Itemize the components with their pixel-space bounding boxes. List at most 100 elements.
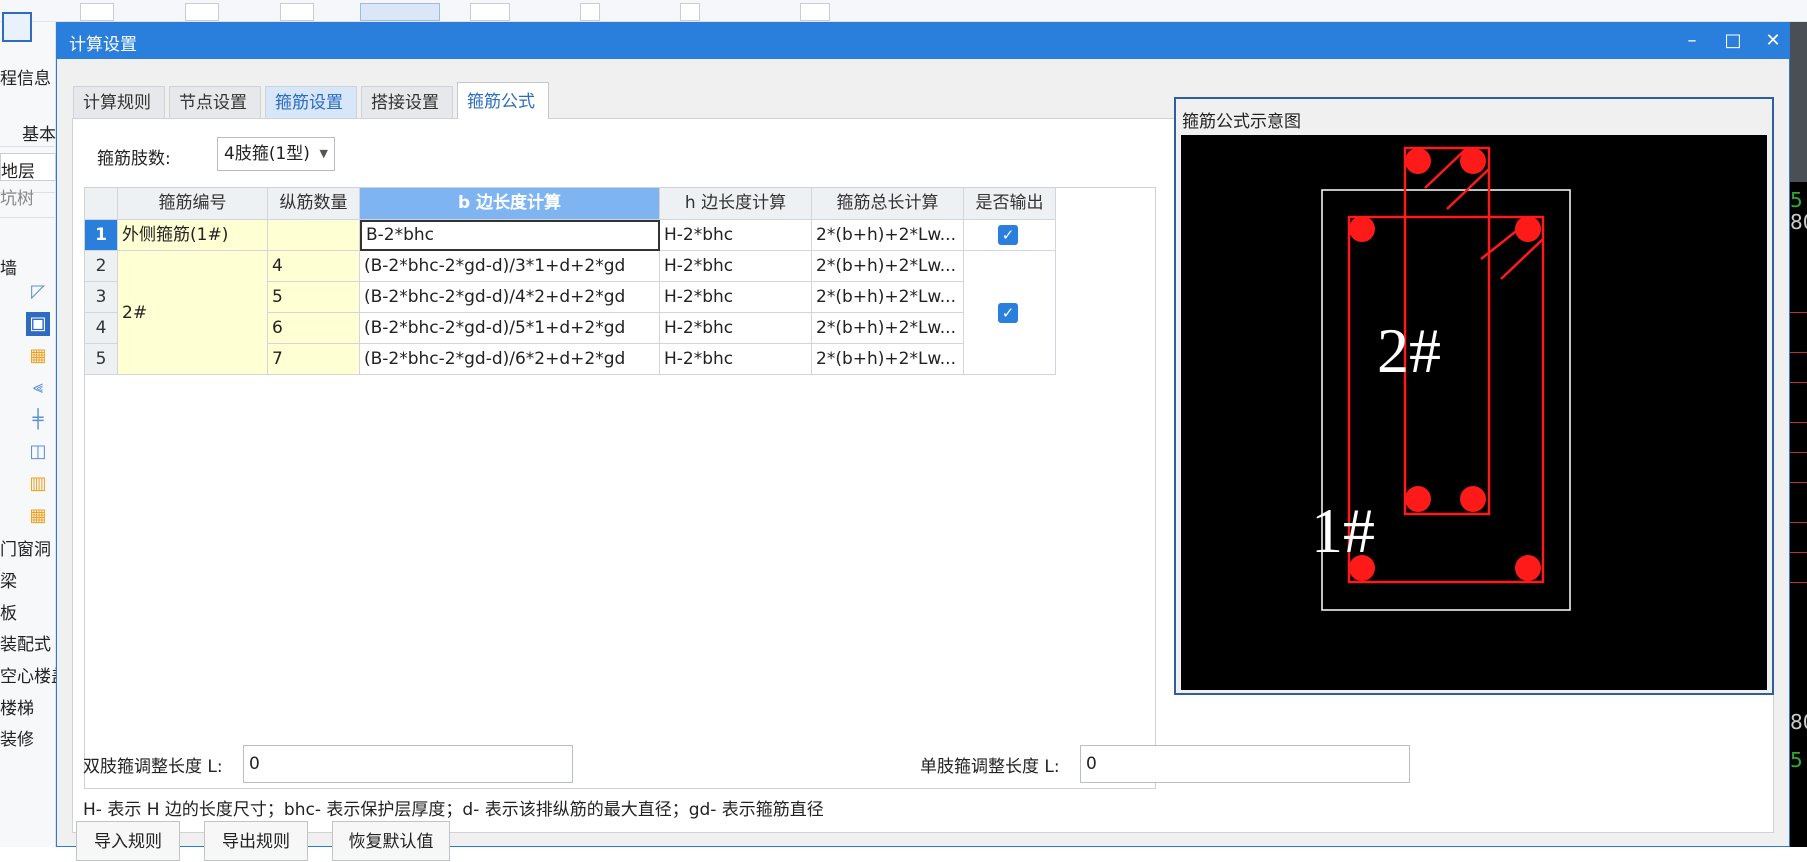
background-toolbar xyxy=(0,0,1807,22)
beam-category[interactable]: 梁 xyxy=(0,567,17,592)
stirrup-id-cell[interactable]: 外侧箍筋(1#) xyxy=(118,220,268,251)
stirrup-id-cell-merged[interactable]: 2# xyxy=(118,251,268,375)
panel-tool-icon[interactable]: ▦ xyxy=(26,504,50,528)
outer-stirrup-label: 1# xyxy=(1311,495,1375,566)
background-toolbar-button[interactable] xyxy=(800,3,830,21)
window-tool-icon[interactable]: ▥ xyxy=(26,472,50,496)
dialog-titlebar[interactable]: 计算设置 – □ ✕ xyxy=(57,23,1789,59)
double-leg-input[interactable]: 0 xyxy=(243,745,573,783)
output-checkbox[interactable]: ✓ xyxy=(998,225,1018,245)
maximize-button[interactable]: □ xyxy=(1718,27,1748,55)
single-leg-input[interactable]: 0 xyxy=(1080,745,1410,783)
stirrup-formula-panel: 箍筋肢数: 4肢箍(1型) ▼ 箍筋编号 纵筋数量 b 边长度计算 h 边长度计… xyxy=(72,97,1774,833)
preview-title: 箍筋公式示意图 xyxy=(1182,112,1301,132)
stair-category[interactable]: 楼梯 xyxy=(0,694,34,719)
box-tool-icon[interactable]: ◫ xyxy=(26,440,50,464)
restore-defaults-button[interactable]: 恢复默认值 xyxy=(332,821,450,861)
tab-stirrup-formula[interactable]: 箍筋公式 xyxy=(457,82,549,119)
rebar-dot xyxy=(1515,555,1541,581)
inner-hook xyxy=(1424,147,1468,189)
background-toolbar-button[interactable] xyxy=(185,3,219,21)
decoration-category[interactable]: 装修 xyxy=(0,725,34,750)
tree-label[interactable]: 坑树 xyxy=(0,184,34,209)
tab-calc-rules[interactable]: 计算规则 xyxy=(73,86,165,118)
column-header-stirrup-id[interactable]: 箍筋编号 xyxy=(118,188,268,220)
total-length-cell[interactable]: 2*(b+h)+2*Lw... xyxy=(812,220,964,251)
import-rules-button[interactable]: 导入规则 xyxy=(76,821,180,861)
calculation-settings-dialog: 计算设置 – □ ✕ 计算规则 节点设置 箍筋设置 搭接设置 箍筋公式 箍筋肢数… xyxy=(56,22,1790,861)
background-toolbar-button[interactable] xyxy=(470,3,510,21)
wall-tool-icon[interactable]: ◸ xyxy=(26,280,50,304)
outer-stirrup xyxy=(1347,215,1545,584)
total-length-cell[interactable]: 2*(b+h)+2*Lw... xyxy=(812,251,964,282)
prefab-category[interactable]: 装配式 xyxy=(0,630,51,655)
row-number[interactable]: 5 xyxy=(85,344,118,375)
rebar-count-cell[interactable]: 5 xyxy=(268,282,360,313)
formula-legend: H- 表示 H 边的长度尺寸；bhc- 表示保护层厚度；d- 表示该排纵筋的最大… xyxy=(83,800,824,820)
column-header-b-length[interactable]: b 边长度计算 xyxy=(360,188,660,220)
stirrup-formula-table: 箍筋编号 纵筋数量 b 边长度计算 h 边长度计算 箍筋总长计算 是否输出 1 … xyxy=(84,187,1156,789)
rebar-count-cell[interactable]: 6 xyxy=(268,313,360,344)
output-cell-merged: ✓ xyxy=(964,251,1056,375)
divider xyxy=(0,146,56,147)
background-toolbar-button[interactable] xyxy=(680,3,700,21)
preview-canvas: 2# 1# xyxy=(1181,135,1767,690)
rebar-count-cell[interactable] xyxy=(268,220,360,251)
background-toolbar-button[interactable] xyxy=(280,3,314,21)
brick-wall-tool-icon[interactable]: ▦ xyxy=(26,344,50,368)
column-header-total-length[interactable]: 箍筋总长计算 xyxy=(812,188,964,220)
b-length-cell[interactable]: (B-2*bhc-2*gd-d)/4*2+d+2*gd xyxy=(360,282,660,313)
background-left-panel: 程信息 基本 地层 坑树 墙 ◸ ▣ ▦ ⫷ ╪ ◫ ▥ ▦ 门窗洞 梁 板 装… xyxy=(0,12,68,847)
column-tool-icon[interactable]: ▣ xyxy=(26,312,50,336)
project-info-label[interactable]: 程信息 xyxy=(0,64,51,89)
b-length-cell[interactable]: (B-2*bhc-2*gd-d)/3*1+d+2*gd xyxy=(360,251,660,282)
row-number[interactable]: 2 xyxy=(85,251,118,282)
inner-hook xyxy=(1446,168,1490,210)
background-toolbar-button[interactable] xyxy=(80,3,114,21)
row-number[interactable]: 3 xyxy=(85,282,118,313)
inner-stirrup-label: 2# xyxy=(1377,315,1441,386)
minimize-button[interactable]: – xyxy=(1677,27,1707,55)
rebar-count-cell[interactable]: 7 xyxy=(268,344,360,375)
slab-category[interactable]: 板 xyxy=(0,599,17,624)
double-leg-label: 双肢箍调整长度 L: xyxy=(83,757,223,777)
tab-lap-settings[interactable]: 搭接设置 xyxy=(361,86,453,118)
legs-select-value: 4肢箍(1型) xyxy=(224,144,310,164)
background-toolbar-button[interactable] xyxy=(580,3,600,21)
b-length-cell[interactable]: (B-2*bhc-2*gd-d)/6*2+d+2*gd xyxy=(360,344,660,375)
row-number[interactable]: 1 xyxy=(85,220,118,251)
single-leg-label: 单肢箍调整长度 L: xyxy=(920,757,1060,777)
tab-stirrup-settings[interactable]: 箍筋设置 xyxy=(265,86,357,118)
h-length-cell[interactable]: H-2*bhc xyxy=(660,344,812,375)
export-rules-button[interactable]: 导出规则 xyxy=(204,821,308,861)
rebar-dot xyxy=(1405,148,1431,174)
b-length-cell[interactable]: (B-2*bhc-2*gd-d)/5*1+d+2*gd xyxy=(360,313,660,344)
legs-select[interactable]: 4肢箍(1型) ▼ xyxy=(217,137,335,171)
project-info-icon[interactable] xyxy=(2,12,32,42)
tab-node-settings[interactable]: 节点设置 xyxy=(169,86,261,118)
stair-tool-icon[interactable]: ⫷ xyxy=(26,376,50,400)
h-length-cell[interactable]: H-2*bhc xyxy=(660,313,812,344)
column-header-output[interactable]: 是否输出 xyxy=(964,188,1056,220)
dialog-title: 计算设置 xyxy=(69,35,137,55)
h-length-cell[interactable]: H-2*bhc xyxy=(660,282,812,313)
column-header-h-length[interactable]: h 边长度计算 xyxy=(660,188,812,220)
wall-category[interactable]: 墙 xyxy=(0,254,17,279)
total-length-cell[interactable]: 2*(b+h)+2*Lw... xyxy=(812,344,964,375)
output-checkbox[interactable]: ✓ xyxy=(998,303,1018,323)
total-length-cell[interactable]: 2*(b+h)+2*Lw... xyxy=(812,313,964,344)
background-toolbar-button-active[interactable] xyxy=(360,3,440,21)
h-length-cell[interactable]: H-2*bhc xyxy=(660,220,812,251)
floor-select[interactable]: 地层 xyxy=(0,153,56,182)
b-length-cell-editing[interactable]: B-2*bhc xyxy=(360,220,660,251)
h-length-cell[interactable]: H-2*bhc xyxy=(660,251,812,282)
rebar-count-cell[interactable]: 4 xyxy=(268,251,360,282)
total-length-cell[interactable]: 2*(b+h)+2*Lw... xyxy=(812,282,964,313)
close-button[interactable]: ✕ xyxy=(1758,27,1788,55)
grid-tool-icon[interactable]: ╪ xyxy=(26,408,50,432)
rebar-dot xyxy=(1460,148,1486,174)
column-header-rebar-count[interactable]: 纵筋数量 xyxy=(268,188,360,220)
row-number[interactable]: 4 xyxy=(85,313,118,344)
door-window-category[interactable]: 门窗洞 xyxy=(0,535,51,560)
legs-label: 箍筋肢数: xyxy=(97,149,171,169)
